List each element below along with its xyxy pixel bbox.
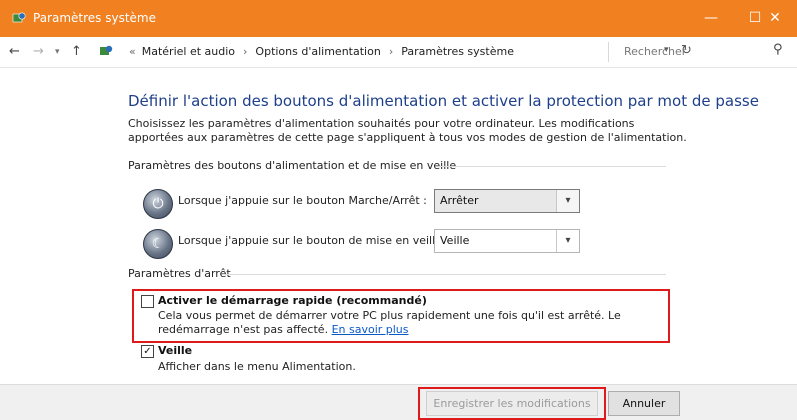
chevron-down-icon[interactable]: ▾ — [556, 190, 579, 212]
breadcrumb: « Matériel et audio › Options d'alimentatio… — [129, 45, 514, 58]
sleep-button-action-select[interactable]: Veille ▾ — [434, 229, 580, 253]
breadcrumb-item-hardware[interactable]: Matériel et audio — [142, 45, 235, 58]
address-toolbar: ← → ▾ ↑ « Matériel et audio › Options d'ali… — [0, 37, 797, 68]
page-title: Définir l'action des boutons d'alimentat… — [128, 92, 759, 110]
sleep-checkbox[interactable]: ✓ — [141, 345, 154, 358]
power-button-label: Lorsque j'appuie sur le bouton Marche/Ar… — [178, 194, 427, 207]
fast-startup-description: Cela vous permet de démarrer votre PC pl… — [158, 309, 664, 337]
power-button-action-value: Arrêter — [440, 194, 479, 207]
breadcrumb-overflow-icon[interactable]: « — [129, 45, 136, 58]
power-buttons-section-title: Paramètres des boutons d'alimentation et… — [128, 159, 457, 172]
window-title: Paramètres système — [33, 11, 156, 25]
search-box[interactable]: Rechercher ⚲ — [608, 42, 789, 62]
control-panel-icon — [100, 45, 113, 55]
sleep-description: Afficher dans le menu Alimentation. — [158, 360, 356, 373]
section-divider — [222, 274, 666, 275]
breadcrumb-separator-icon[interactable]: › — [389, 45, 393, 58]
close-button[interactable]: ✕ — [753, 0, 797, 37]
breadcrumb-item-system-settings[interactable]: Paramètres système — [401, 45, 514, 58]
forward-arrow-icon[interactable]: → — [33, 44, 44, 59]
up-arrow-icon[interactable]: ↑ — [71, 44, 82, 59]
power-button-icon: ⏻ — [143, 189, 173, 219]
sleep-button-label: Lorsque j'appuie sur le bouton de mise e… — [178, 234, 450, 247]
chevron-down-icon[interactable]: ▾ — [556, 230, 579, 252]
section-divider — [438, 166, 666, 167]
address-field[interactable]: « Matériel et audio › Options d'alimentatio… — [99, 42, 692, 62]
search-icon[interactable]: ⚲ — [773, 42, 783, 57]
page-description: Choisissez les paramètres d'alimentation… — [128, 117, 687, 144]
fast-startup-checkbox[interactable] — [141, 295, 154, 308]
title-bar: Paramètres système — ☐ ✕ — [0, 0, 797, 37]
shutdown-section-title: Paramètres d'arrêt — [128, 267, 231, 280]
save-button[interactable]: Enregistrer les modifications — [426, 391, 598, 416]
power-button-action-select[interactable]: Arrêter ▾ — [434, 189, 580, 213]
recent-locations-chevron-icon[interactable]: ▾ — [55, 47, 60, 57]
back-arrow-icon[interactable]: ← — [9, 44, 20, 59]
breadcrumb-item-power-options[interactable]: Options d'alimentation — [255, 45, 380, 58]
sleep-button-icon: ☾ — [143, 229, 173, 259]
breadcrumb-separator-icon[interactable]: › — [243, 45, 247, 58]
minimize-button[interactable]: — — [689, 0, 733, 37]
sleep-label[interactable]: Veille — [158, 344, 192, 357]
control-panel-icon — [12, 12, 26, 23]
search-input[interactable]: Rechercher — [624, 45, 686, 58]
sleep-button-action-value: Veille — [440, 234, 470, 247]
learn-more-link[interactable]: En savoir plus — [332, 323, 409, 336]
cancel-button[interactable]: Annuler — [608, 391, 680, 416]
fast-startup-label[interactable]: Activer le démarrage rapide (recommandé) — [158, 294, 427, 307]
